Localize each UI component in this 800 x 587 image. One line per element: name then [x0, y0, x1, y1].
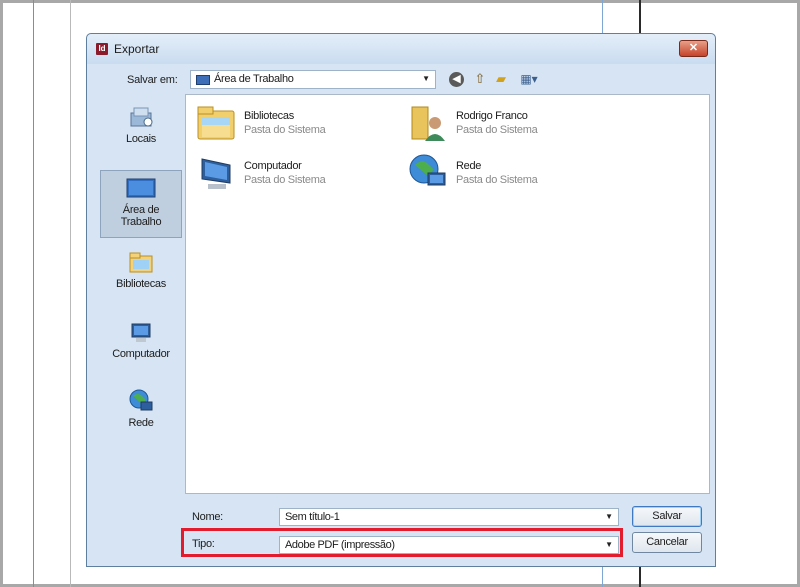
place-area-de-trabalho[interactable]: Área de Trabalho	[100, 170, 182, 238]
computer-icon	[201, 158, 231, 189]
up-folder-icon[interactable]: ⇧	[472, 71, 488, 87]
place-label: Bibliotecas	[116, 278, 166, 290]
guide-line	[70, 0, 71, 587]
place-label: Trabalho	[120, 216, 162, 228]
chevron-down-icon: ▼	[605, 512, 613, 521]
desktop-icon	[196, 75, 210, 85]
item-name: Computador	[244, 160, 302, 172]
export-dialog: Id Exportar ✕ Salvar em: Área de Trabalh…	[86, 33, 716, 567]
cancel-button[interactable]: Cancelar	[632, 532, 702, 553]
place-label: Rede	[128, 417, 154, 429]
save-in-row: Salvar em: Área de Trabalho ▼ ◀ ⇧ ▰ ▦▾	[87, 69, 715, 93]
item-name: Rodrigo Franco	[456, 110, 528, 122]
item-name: Bibliotecas	[244, 110, 294, 122]
place-locais[interactable]: Locais	[100, 104, 182, 152]
item-type: Pasta do Sistema	[456, 174, 538, 186]
place-bibliotecas[interactable]: Bibliotecas	[100, 251, 182, 296]
file-name-value: Sem título-1	[285, 511, 340, 523]
save-in-value: Área de Trabalho	[214, 73, 294, 85]
view-menu-icon[interactable]: ▦▾	[517, 71, 541, 87]
item-type: Pasta do Sistema	[244, 174, 326, 186]
item-type: Pasta do Sistema	[244, 124, 326, 136]
new-folder-icon[interactable]: ▰	[493, 71, 509, 87]
places-bar: Locais Área de Trabalho Bibliotecas Comp…	[100, 96, 184, 496]
guide-line	[33, 0, 34, 587]
chevron-down-icon: ▼	[422, 74, 430, 83]
place-rede[interactable]: Rede	[100, 388, 182, 433]
network-icon	[409, 154, 446, 186]
place-label: Área de	[122, 204, 160, 216]
libraries-icon	[129, 252, 153, 273]
title-bar[interactable]: Id Exportar ✕	[87, 34, 715, 64]
libraries-folder-icon	[197, 106, 235, 140]
recent-places-icon	[130, 107, 153, 127]
network-icon	[129, 389, 153, 411]
item-type: Pasta do Sistema	[456, 124, 538, 136]
save-in-dropdown[interactable]: Área de Trabalho ▼	[190, 70, 436, 89]
place-label: Locais	[126, 133, 156, 145]
desktop-icon	[126, 178, 156, 198]
place-label: Computador	[112, 348, 170, 360]
list-item-rodrigo-franco[interactable]: Rodrigo Franco Pasta do Sistema	[408, 103, 608, 147]
save-button[interactable]: Salvar	[632, 506, 702, 527]
list-item-computador[interactable]: Computador Pasta do Sistema	[196, 153, 396, 197]
indesign-app-icon: Id	[96, 43, 108, 55]
file-name-field[interactable]: Sem título-1 ▼	[279, 508, 619, 526]
list-item-bibliotecas[interactable]: Bibliotecas Pasta do Sistema	[196, 103, 396, 147]
dialog-title: Exportar	[114, 42, 160, 56]
computer-icon	[131, 323, 151, 342]
list-item-rede[interactable]: Rede Pasta do Sistema	[408, 153, 608, 197]
item-name: Rede	[456, 160, 482, 172]
type-field-highlight	[181, 528, 623, 557]
place-computador[interactable]: Computador	[100, 321, 182, 366]
file-list[interactable]: Bibliotecas Pasta do Sistema Rodrigo Fra…	[185, 94, 710, 494]
close-button[interactable]: ✕	[679, 40, 708, 57]
user-folder-icon	[411, 106, 445, 141]
save-in-label: Salvar em:	[127, 74, 178, 86]
back-arrow-icon[interactable]: ◀	[449, 72, 464, 87]
name-label: Nome:	[192, 511, 223, 523]
